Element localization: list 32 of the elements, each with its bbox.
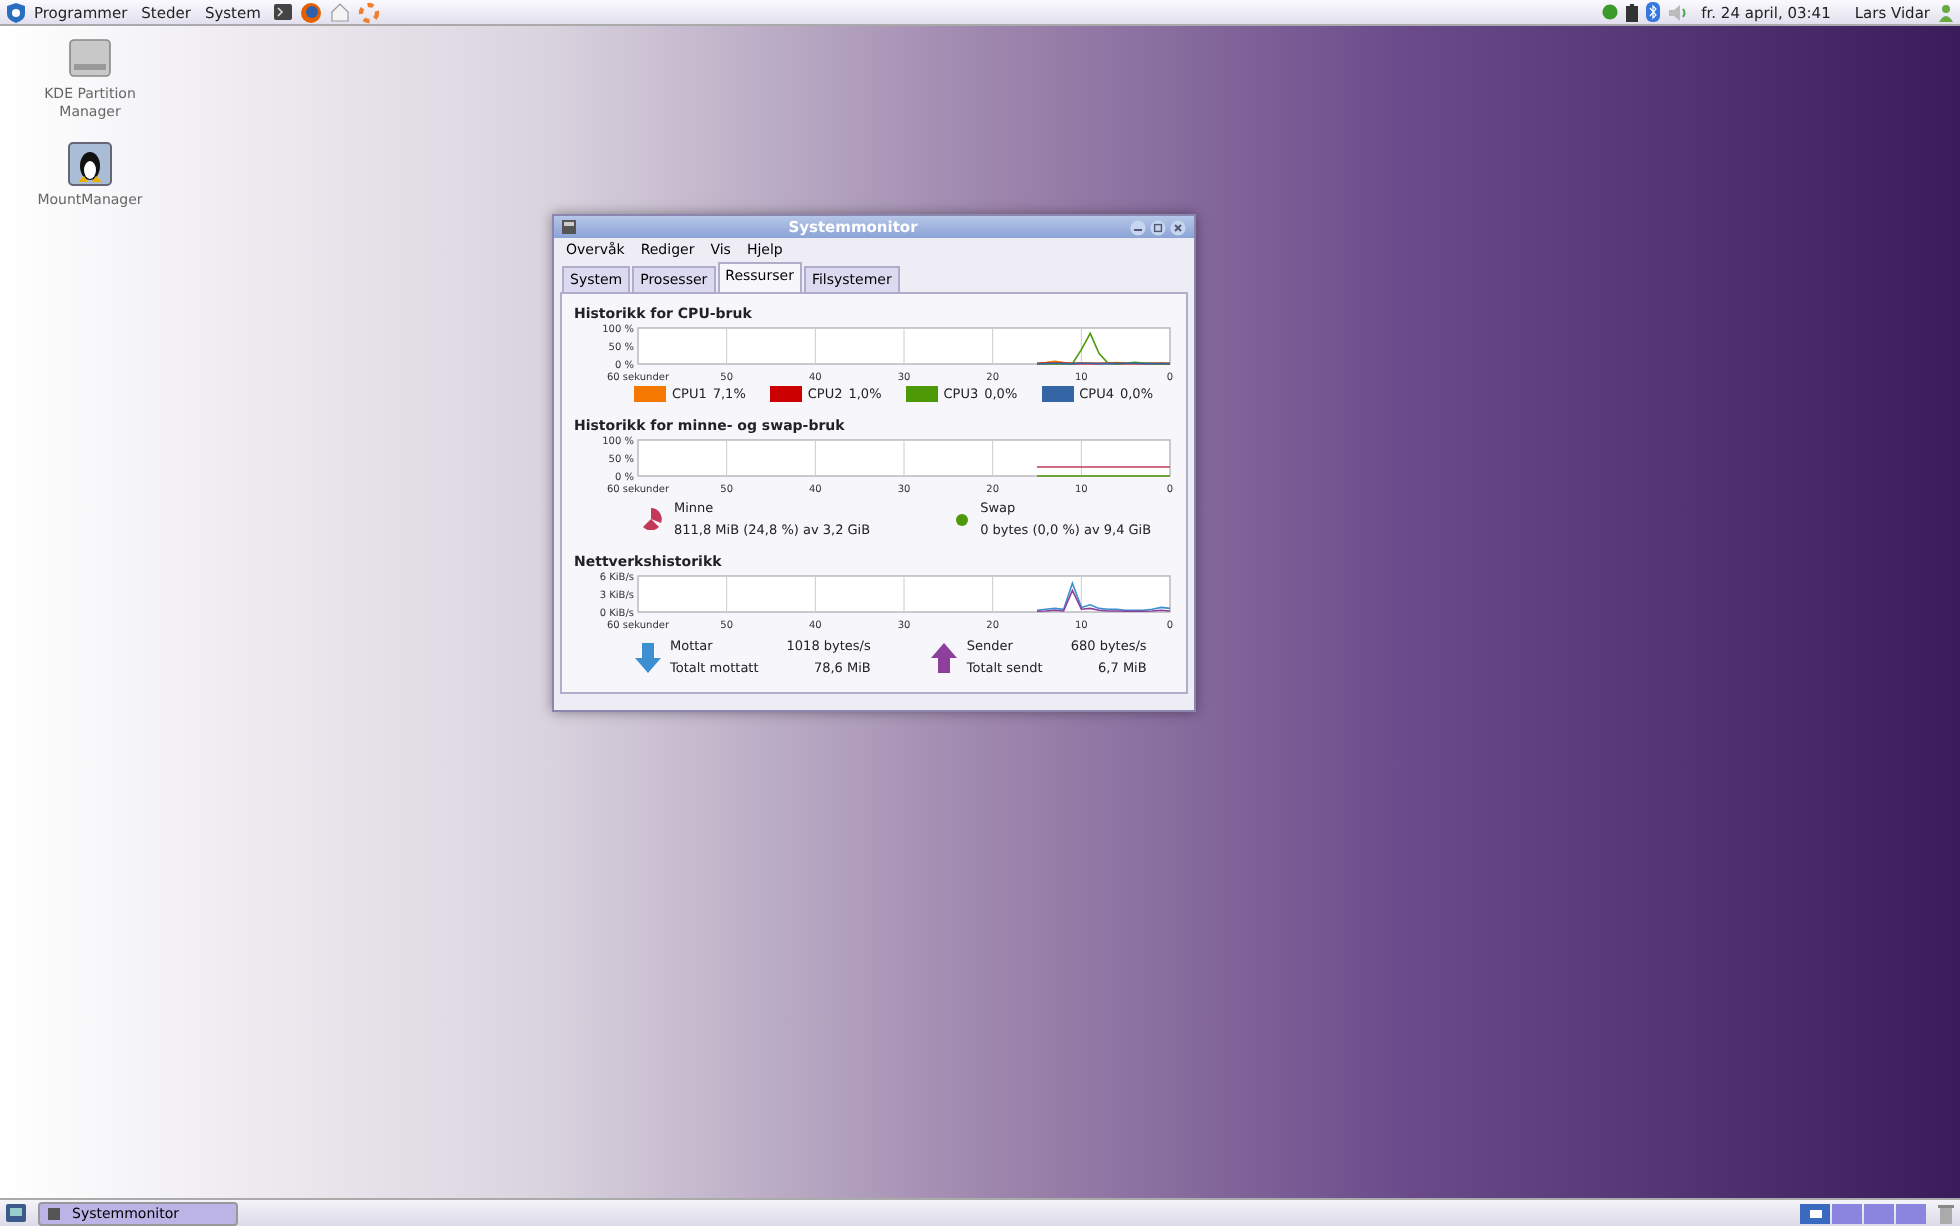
minimize-icon[interactable] — [1130, 219, 1146, 235]
workspace-button[interactable] — [1864, 1203, 1894, 1223]
workspace-button[interactable] — [1896, 1203, 1926, 1223]
workspace-button[interactable] — [1832, 1203, 1862, 1223]
house-icon[interactable] — [330, 2, 351, 22]
legend-swatch[interactable] — [905, 386, 938, 402]
history-graph-drawing — [1036, 580, 1171, 612]
penguin-icon[interactable] — [68, 141, 112, 185]
history-graph-drawing — [1036, 331, 1171, 365]
workspace-button[interactable] — [1800, 1203, 1830, 1223]
battery-icon[interactable] — [1625, 3, 1638, 21]
close-icon[interactable] — [1170, 219, 1186, 235]
legend-swatch[interactable] — [1041, 386, 1074, 402]
legend-swatch[interactable] — [769, 386, 802, 402]
maximize-icon[interactable] — [1150, 219, 1166, 235]
globe-icon[interactable] — [300, 1, 323, 23]
window-thumbnail-icon — [1809, 1209, 1821, 1217]
window-icon — [48, 1207, 60, 1219]
person-icon[interactable] — [1938, 3, 1954, 21]
pie-chart-icon[interactable] — [640, 508, 662, 530]
show-desktop-icon[interactable] — [6, 1204, 26, 1222]
dot-icon[interactable] — [956, 513, 969, 525]
status-icon[interactable] — [1601, 4, 1618, 20]
volume-icon[interactable] — [1667, 3, 1690, 21]
bluetooth-icon[interactable] — [1645, 2, 1660, 22]
history-graph-drawing — [1036, 466, 1171, 477]
terminal-icon[interactable] — [274, 4, 293, 20]
window-menu-icon[interactable] — [562, 220, 576, 234]
legend-swatch[interactable] — [634, 386, 666, 402]
trash-icon[interactable] — [1938, 1203, 1954, 1223]
distro-logo-icon[interactable] — [6, 1, 26, 23]
lifebuoy-icon[interactable] — [358, 1, 381, 23]
